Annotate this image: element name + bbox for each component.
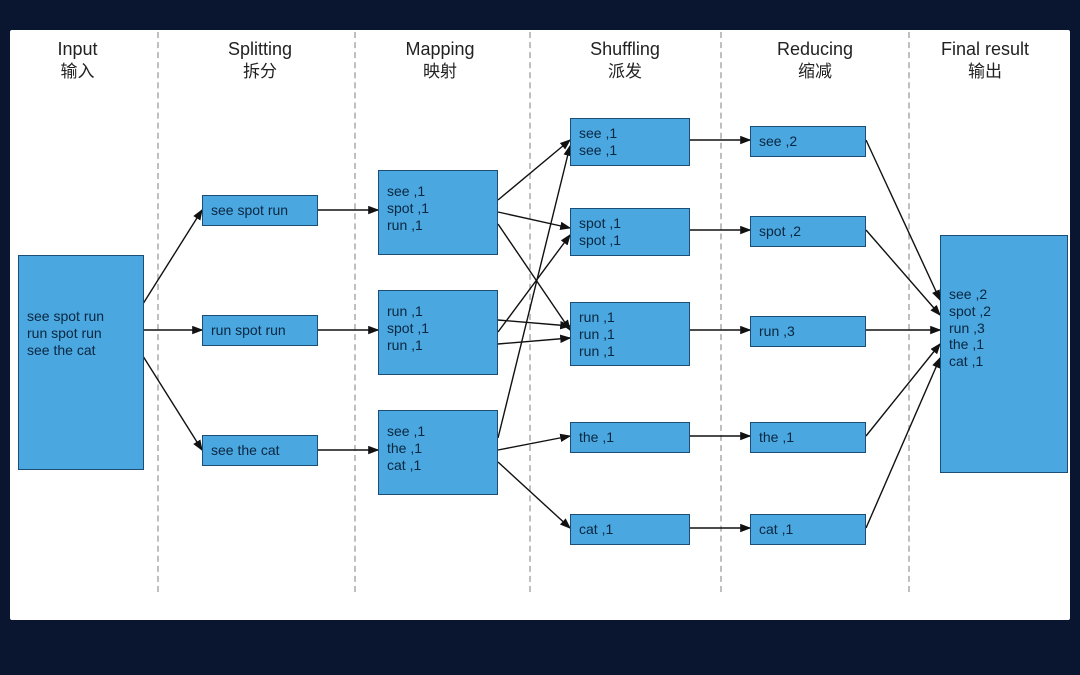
input-box: see spot run run spot run see the cat (18, 255, 144, 470)
split-box-2: run spot run (202, 315, 318, 346)
shuffle-box-the: the ,1 (570, 422, 690, 453)
shuffle-box-spot: spot ,1 spot ,1 (570, 208, 690, 256)
split-box-1: see spot run (202, 195, 318, 226)
reduce-box-the: the ,1 (750, 422, 866, 453)
final-box: see ,2 spot ,2 run ,3 the ,1 cat ,1 (940, 235, 1068, 473)
map-box-1: see ,1 spot ,1 run ,1 (378, 170, 498, 255)
map-box-2: run ,1 spot ,1 run ,1 (378, 290, 498, 375)
outer-frame: Input 输入 Splitting 拆分 Mapping 映射 Shuffli… (0, 0, 1080, 675)
shuffle-box-see: see ,1 see ,1 (570, 118, 690, 166)
shuffle-box-run: run ,1 run ,1 run ,1 (570, 302, 690, 366)
diagram-canvas: Input 输入 Splitting 拆分 Mapping 映射 Shuffli… (10, 30, 1070, 620)
shuffle-box-cat: cat ,1 (570, 514, 690, 545)
arrows-layer (10, 30, 1070, 620)
reduce-box-run: run ,3 (750, 316, 866, 347)
reduce-box-see: see ,2 (750, 126, 866, 157)
split-box-3: see the cat (202, 435, 318, 466)
map-box-3: see ,1 the ,1 cat ,1 (378, 410, 498, 495)
reduce-box-cat: cat ,1 (750, 514, 866, 545)
reduce-box-spot: spot ,2 (750, 216, 866, 247)
